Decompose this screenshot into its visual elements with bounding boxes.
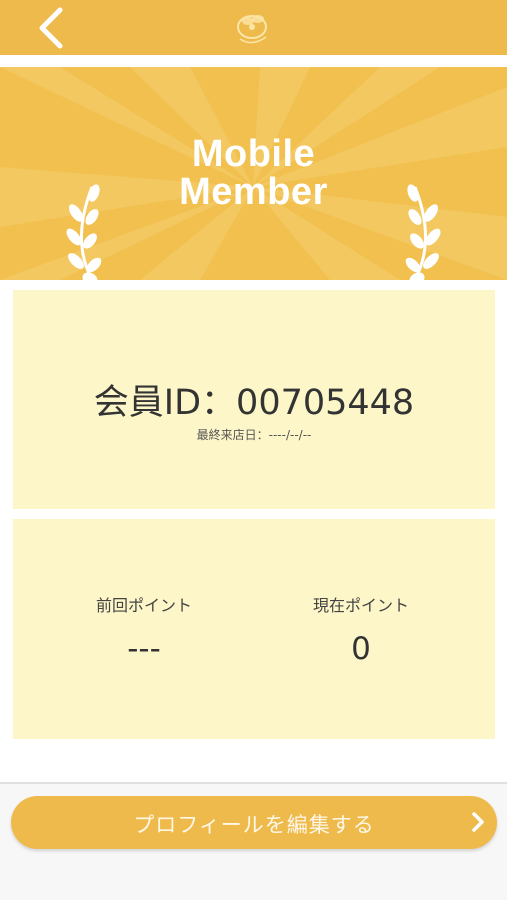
- current-points-value: 0: [351, 631, 371, 667]
- member-banner: Mobile Member: [0, 67, 507, 280]
- last-visit-date: 最終来店日：----/--/--: [196, 428, 312, 442]
- chevron-right-icon: [472, 812, 484, 832]
- edit-profile-button[interactable]: プロフィールを編集する: [11, 796, 497, 849]
- banner-title-line2: Member: [179, 171, 328, 213]
- app-header: [0, 0, 507, 55]
- member-id: 会員ID：00705448: [93, 383, 415, 423]
- header-spacer: [0, 55, 507, 67]
- bee-logo-icon: [228, 5, 276, 49]
- previous-points-label: 前回ポイント: [95, 596, 192, 615]
- current-points-label: 現在ポイント: [312, 596, 409, 615]
- member-id-card: 会員ID：00705448 最終来店日：----/--/--: [13, 290, 495, 509]
- previous-points-value: ---: [127, 631, 161, 667]
- points-card: 前回ポイント --- 現在ポイント 0: [13, 519, 495, 739]
- back-button[interactable]: [30, 6, 74, 50]
- banner-title-line1: Mobile: [191, 133, 316, 175]
- edit-profile-label: プロフィールを編集する: [133, 813, 375, 837]
- banner-title: Mobile Member: [0, 135, 507, 211]
- chevron-left-icon: [39, 7, 63, 49]
